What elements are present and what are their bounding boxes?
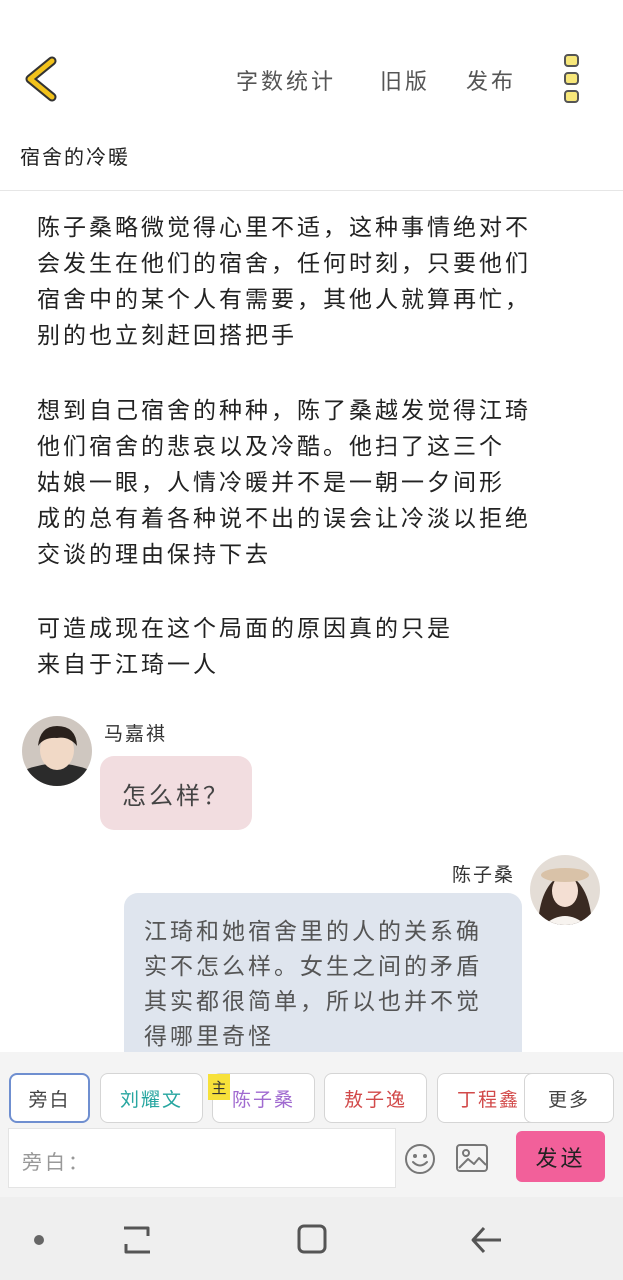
avatar[interactable]	[530, 855, 600, 925]
avatar[interactable]	[22, 716, 92, 786]
nav-back-icon[interactable]	[470, 1224, 504, 1256]
speaker-name: 陈子桑	[452, 864, 516, 886]
recent-apps-icon[interactable]	[120, 1224, 154, 1256]
word-count-button[interactable]: 字数统计	[236, 64, 336, 96]
narration-paragraph-3: 可造成现在这个局面的原因真的只是 来自于江琦一人	[37, 616, 453, 678]
more-roles-label: 更多	[547, 1088, 590, 1111]
speaker-name: 马嘉祺	[104, 723, 168, 745]
role-button-ao-ziyi[interactable]: 敖子逸	[324, 1073, 427, 1123]
role-label: 刘耀文	[119, 1088, 183, 1111]
back-arrow-icon[interactable]	[22, 55, 62, 103]
more-roles-button[interactable]: 更多	[524, 1073, 614, 1123]
more-menu-icon[interactable]	[560, 52, 586, 106]
role-button-liu-yaowen[interactable]: 刘耀文	[100, 1073, 203, 1123]
narration-paragraph-1: 陈子桑略微觉得心里不适，这种事情绝对不 会发生在他们的宿舍，任何时刻，只要他们 …	[37, 215, 531, 349]
image-icon[interactable]	[455, 1143, 489, 1173]
story-title: 宿舍的冷暖	[20, 145, 130, 169]
nav-dot-icon[interactable]	[32, 1233, 46, 1247]
role-label: 陈子桑	[231, 1088, 295, 1111]
send-button[interactable]: 发送	[516, 1131, 605, 1182]
publish-button[interactable]: 发布	[466, 64, 516, 96]
role-button-narrator[interactable]: 旁白	[9, 1073, 90, 1123]
emoji-icon[interactable]	[404, 1143, 436, 1175]
message-input-placeholder: 旁白：	[22, 1150, 91, 1174]
home-icon[interactable]	[296, 1223, 328, 1255]
header-divider	[0, 190, 623, 191]
role-label: 敖子逸	[343, 1088, 407, 1111]
role-label: 丁程鑫	[456, 1088, 520, 1111]
old-version-button[interactable]: 旧版	[380, 64, 430, 96]
main-role-badge: 主	[208, 1074, 230, 1100]
role-label: 旁白	[28, 1088, 71, 1111]
chat-bubble[interactable]: 怎么样？	[100, 756, 252, 830]
narration-paragraph-2: 想到自己宿舍的种种，陈了桑越发觉得江琦 他们宿舍的悲哀以及冷酷。他扫了这三个 姑…	[37, 398, 531, 568]
